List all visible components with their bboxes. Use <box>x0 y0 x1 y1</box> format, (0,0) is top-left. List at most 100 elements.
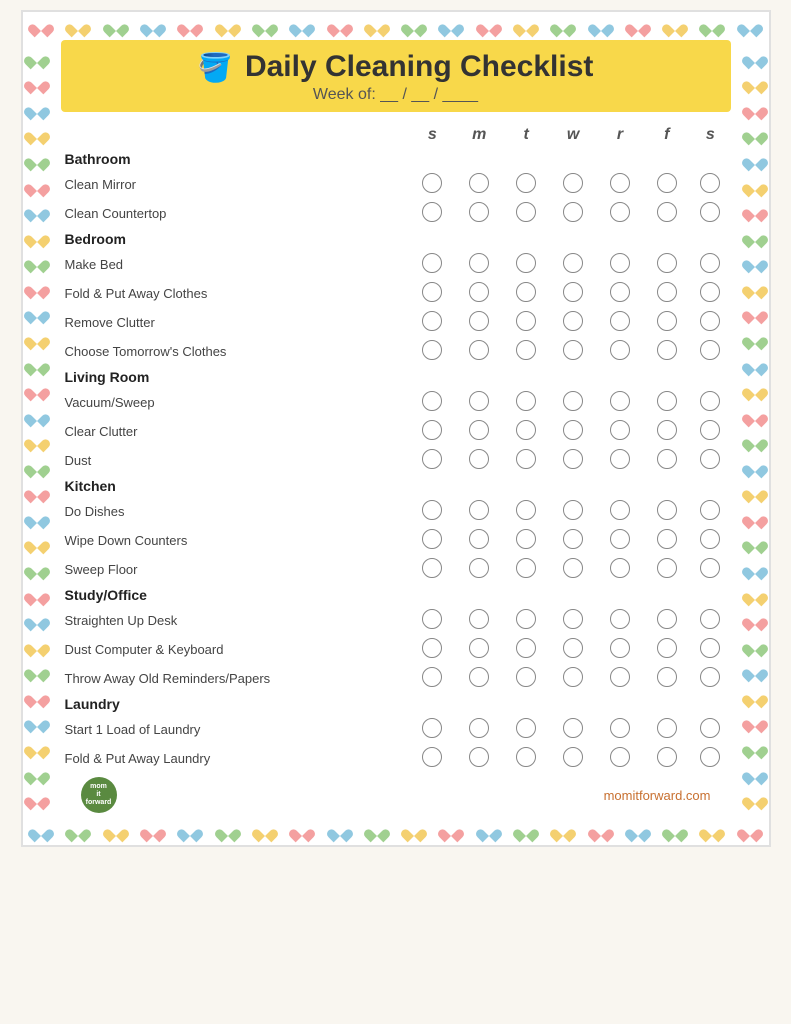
checkbox-cell[interactable] <box>409 526 456 555</box>
checkbox-cell[interactable] <box>503 635 550 664</box>
checkbox-cell[interactable] <box>596 715 643 744</box>
checkbox-cell[interactable] <box>690 715 730 744</box>
checkbox-cell[interactable] <box>456 664 503 693</box>
checkbox-circle[interactable] <box>563 500 583 520</box>
checkbox-circle[interactable] <box>700 558 720 578</box>
checkbox-circle[interactable] <box>610 282 630 302</box>
checkbox-circle[interactable] <box>516 609 536 629</box>
checkbox-circle[interactable] <box>700 253 720 273</box>
checkbox-circle[interactable] <box>657 609 677 629</box>
checkbox-cell[interactable] <box>456 497 503 526</box>
checkbox-circle[interactable] <box>610 173 630 193</box>
checkbox-circle[interactable] <box>657 420 677 440</box>
checkbox-circle[interactable] <box>563 253 583 273</box>
checkbox-circle[interactable] <box>610 500 630 520</box>
checkbox-circle[interactable] <box>657 638 677 658</box>
checkbox-cell[interactable] <box>550 526 597 555</box>
checkbox-cell[interactable] <box>596 606 643 635</box>
checkbox-cell[interactable] <box>596 170 643 199</box>
checkbox-circle[interactable] <box>657 202 677 222</box>
checkbox-cell[interactable] <box>690 170 730 199</box>
checkbox-cell[interactable] <box>456 170 503 199</box>
checkbox-circle[interactable] <box>422 420 442 440</box>
checkbox-circle[interactable] <box>657 529 677 549</box>
checkbox-circle[interactable] <box>700 500 720 520</box>
checkbox-cell[interactable] <box>409 170 456 199</box>
checkbox-circle[interactable] <box>700 420 720 440</box>
checkbox-cell[interactable] <box>550 635 597 664</box>
checkbox-cell[interactable] <box>596 526 643 555</box>
checkbox-circle[interactable] <box>516 202 536 222</box>
checkbox-cell[interactable] <box>503 388 550 417</box>
checkbox-circle[interactable] <box>657 500 677 520</box>
checkbox-cell[interactable] <box>643 279 690 308</box>
checkbox-cell[interactable] <box>409 555 456 584</box>
checkbox-cell[interactable] <box>643 388 690 417</box>
checkbox-cell[interactable] <box>409 635 456 664</box>
checkbox-cell[interactable] <box>456 715 503 744</box>
checkbox-circle[interactable] <box>469 391 489 411</box>
checkbox-cell[interactable] <box>643 606 690 635</box>
checkbox-cell[interactable] <box>690 526 730 555</box>
checkbox-circle[interactable] <box>657 667 677 687</box>
checkbox-circle[interactable] <box>516 253 536 273</box>
checkbox-circle[interactable] <box>422 449 442 469</box>
checkbox-circle[interactable] <box>563 558 583 578</box>
checkbox-circle[interactable] <box>610 558 630 578</box>
checkbox-circle[interactable] <box>657 311 677 331</box>
checkbox-cell[interactable] <box>643 497 690 526</box>
checkbox-cell[interactable] <box>596 635 643 664</box>
checkbox-cell[interactable] <box>596 446 643 475</box>
checkbox-cell[interactable] <box>550 744 597 773</box>
checkbox-cell[interactable] <box>503 606 550 635</box>
checkbox-cell[interactable] <box>409 279 456 308</box>
checkbox-circle[interactable] <box>563 391 583 411</box>
checkbox-circle[interactable] <box>516 529 536 549</box>
checkbox-cell[interactable] <box>690 664 730 693</box>
checkbox-cell[interactable] <box>690 446 730 475</box>
checkbox-circle[interactable] <box>657 449 677 469</box>
checkbox-cell[interactable] <box>643 417 690 446</box>
checkbox-cell[interactable] <box>643 555 690 584</box>
checkbox-circle[interactable] <box>469 202 489 222</box>
checkbox-cell[interactable] <box>503 308 550 337</box>
checkbox-circle[interactable] <box>469 667 489 687</box>
checkbox-circle[interactable] <box>610 529 630 549</box>
checkbox-circle[interactable] <box>469 529 489 549</box>
checkbox-cell[interactable] <box>409 308 456 337</box>
checkbox-circle[interactable] <box>700 529 720 549</box>
checkbox-circle[interactable] <box>563 282 583 302</box>
checkbox-circle[interactable] <box>563 747 583 767</box>
checkbox-circle[interactable] <box>700 667 720 687</box>
checkbox-cell[interactable] <box>409 446 456 475</box>
checkbox-cell[interactable] <box>643 199 690 228</box>
checkbox-cell[interactable] <box>550 308 597 337</box>
checkbox-cell[interactable] <box>503 170 550 199</box>
checkbox-circle[interactable] <box>563 609 583 629</box>
checkbox-circle[interactable] <box>469 718 489 738</box>
checkbox-cell[interactable] <box>596 417 643 446</box>
checkbox-cell[interactable] <box>550 664 597 693</box>
checkbox-cell[interactable] <box>456 606 503 635</box>
checkbox-circle[interactable] <box>563 529 583 549</box>
checkbox-cell[interactable] <box>550 337 597 366</box>
checkbox-cell[interactable] <box>456 417 503 446</box>
checkbox-circle[interactable] <box>422 638 442 658</box>
checkbox-cell[interactable] <box>409 337 456 366</box>
checkbox-circle[interactable] <box>422 609 442 629</box>
checkbox-circle[interactable] <box>469 340 489 360</box>
checkbox-cell[interactable] <box>456 199 503 228</box>
checkbox-cell[interactable] <box>503 337 550 366</box>
checkbox-circle[interactable] <box>563 340 583 360</box>
checkbox-cell[interactable] <box>690 635 730 664</box>
checkbox-cell[interactable] <box>409 250 456 279</box>
checkbox-cell[interactable] <box>596 199 643 228</box>
checkbox-circle[interactable] <box>700 638 720 658</box>
checkbox-circle[interactable] <box>610 667 630 687</box>
checkbox-cell[interactable] <box>596 555 643 584</box>
checkbox-circle[interactable] <box>657 282 677 302</box>
checkbox-cell[interactable] <box>596 664 643 693</box>
checkbox-cell[interactable] <box>690 308 730 337</box>
checkbox-cell[interactable] <box>690 388 730 417</box>
checkbox-circle[interactable] <box>610 311 630 331</box>
